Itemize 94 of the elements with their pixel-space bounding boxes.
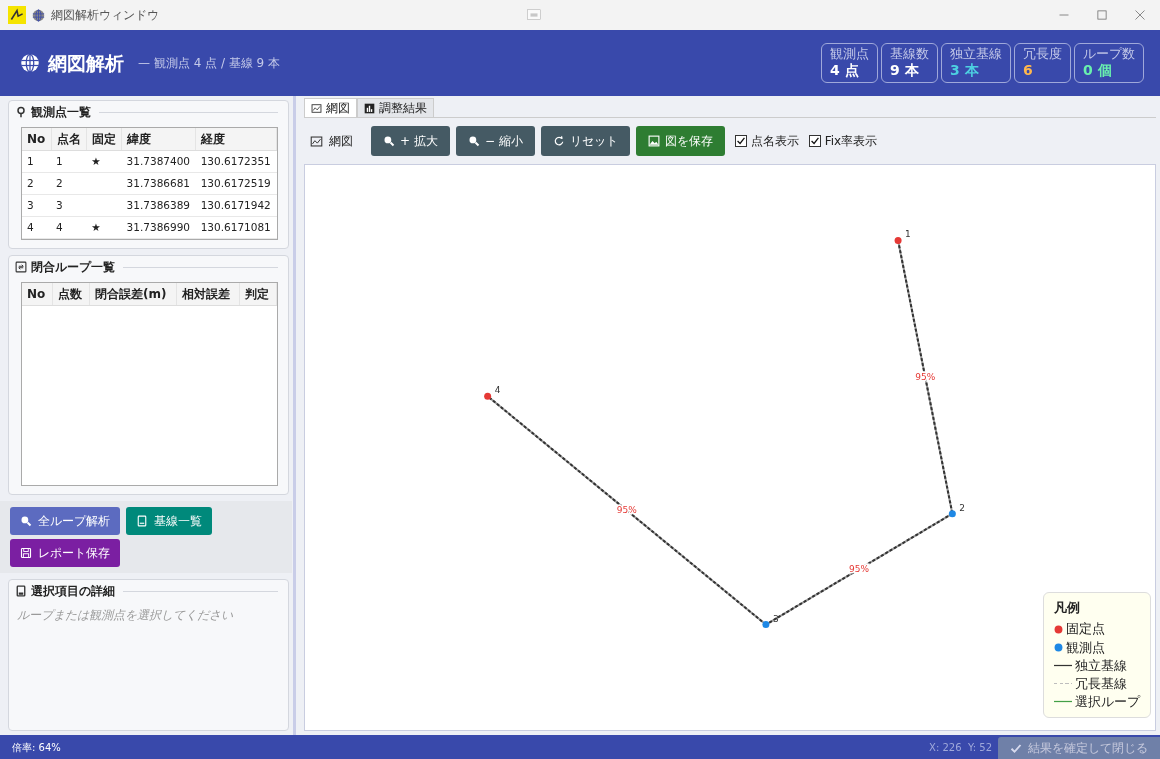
checkbox[interactable] <box>734 135 747 147</box>
subtitle: — 観測点 4 点 / 基線 9 本 <box>138 55 280 72</box>
column-header: No <box>22 283 53 306</box>
table-cell: 3 <box>51 194 87 217</box>
toolbar-button[interactable]: リセット <box>540 126 630 156</box>
map-icon <box>310 134 323 148</box>
legend-label: 冗長基線 <box>1075 674 1127 693</box>
group-title: 選択項目の詳細 <box>31 583 115 600</box>
table-cell: 130.6172519 <box>195 172 277 195</box>
fix-rate-label: 95% <box>915 372 936 382</box>
loop-icon <box>15 261 27 273</box>
table-cell: 130.6172351 <box>195 150 277 173</box>
checkbox[interactable] <box>808 135 821 147</box>
close-icon[interactable] <box>1134 9 1146 21</box>
action-button[interactable]: 全ループ解析 <box>10 507 120 535</box>
survey-point[interactable] <box>948 510 956 518</box>
action-button[interactable]: 基線一覧 <box>126 507 212 535</box>
bar-chart-icon <box>364 102 375 114</box>
group-title: 観測点一覧 <box>31 104 91 121</box>
window-title: 網図解析ウィンドウ <box>51 7 159 24</box>
hint-text: ループまたは観測点を選択してください <box>17 607 234 624</box>
table-cell: 4 <box>51 216 87 239</box>
check-icon <box>735 136 746 146</box>
globe-icon <box>32 8 45 22</box>
table-cell: 130.6171942 <box>195 194 277 217</box>
column-header: No <box>22 128 52 151</box>
action-button[interactable]: レポート保存 <box>10 539 120 567</box>
stat-label: ループ数 <box>1083 46 1135 63</box>
survey-point[interactable] <box>894 236 902 244</box>
pin-icon <box>15 106 27 118</box>
image-icon <box>647 135 660 147</box>
stat-label: 観測点 <box>830 46 869 63</box>
legend-label: 観測点 <box>1066 638 1105 657</box>
zoom-level: 倍率: 64% <box>12 740 61 755</box>
checkbox-label: 点名表示 <box>750 133 799 150</box>
refresh-icon <box>552 135 565 147</box>
table-cell: 1 <box>22 150 52 173</box>
survey-point[interactable] <box>762 621 770 629</box>
column-header: 経度 <box>195 128 277 151</box>
check-icon <box>809 136 820 146</box>
star-mark: ★ <box>86 216 122 239</box>
table-cell: 2 <box>51 172 87 195</box>
table-cell: 1 <box>51 150 87 173</box>
table-cell: 3 <box>22 194 52 217</box>
toolbar-button[interactable]: + 拡大 <box>371 126 450 156</box>
column-header: 固定 <box>86 128 122 151</box>
table-cell: 31.7387400 <box>121 150 196 173</box>
search-icon <box>383 135 395 147</box>
table-cell: 31.7386990 <box>121 216 196 239</box>
legend-label: 独立基線 <box>1075 656 1127 675</box>
document-icon <box>136 515 148 527</box>
table-cell: 4 <box>22 216 52 239</box>
column-header: 判定 <box>239 283 277 306</box>
column-header: 点名 <box>51 128 87 151</box>
toolbar-label: 網図 <box>329 133 353 150</box>
tab[interactable]: 網図 <box>304 98 357 117</box>
stat-label: 冗長度 <box>1023 46 1062 63</box>
toolbar-button[interactable]: 図を保存 <box>635 126 725 156</box>
table-cell: 130.6171081 <box>195 216 277 239</box>
stat-value: 4 点 <box>830 62 860 80</box>
stat-value: 9 本 <box>890 62 920 80</box>
column-header: 緯度 <box>121 128 196 151</box>
app-logo-icon <box>8 6 26 24</box>
stat-label: 独立基線 <box>950 46 1002 63</box>
legend-title: 凡例 <box>1054 599 1081 618</box>
search-icon <box>20 515 32 527</box>
table-cell: 31.7386389 <box>121 194 196 217</box>
group-title: 閉合ループ一覧 <box>31 259 115 276</box>
toolbar-button[interactable]: − 縮小 <box>455 126 535 156</box>
globe-icon <box>20 53 40 73</box>
column-header: 点数 <box>52 283 90 306</box>
app-title: 網図解析 <box>48 50 124 76</box>
stat-value: 0 個 <box>1083 62 1113 80</box>
point-label: 1 <box>905 229 911 240</box>
point-label: 4 <box>494 385 501 396</box>
point-label: 2 <box>959 502 966 513</box>
stat-value: 6 <box>1023 62 1034 80</box>
table-cell: 2 <box>22 172 52 195</box>
column-header: 相対誤差 <box>176 283 240 306</box>
map-icon <box>311 102 322 114</box>
search-icon <box>467 135 480 147</box>
legend-label: 選択ループ <box>1075 692 1140 711</box>
check-icon <box>1010 742 1022 754</box>
checkbox-label: Fix率表示 <box>824 133 878 150</box>
document-icon <box>15 585 27 597</box>
table-cell: 31.7386681 <box>121 172 196 195</box>
column-header: 閉合誤差(m) <box>89 283 177 306</box>
coordinates: X: 226 Y: 52 <box>929 740 992 755</box>
star-mark: ★ <box>86 150 122 173</box>
tab[interactable]: 調整結果 <box>357 98 434 117</box>
stat-value: 3 本 <box>950 62 980 80</box>
stat-label: 基線数 <box>890 46 929 63</box>
legend-label: 固定点 <box>1066 620 1105 639</box>
survey-point[interactable] <box>484 392 492 400</box>
